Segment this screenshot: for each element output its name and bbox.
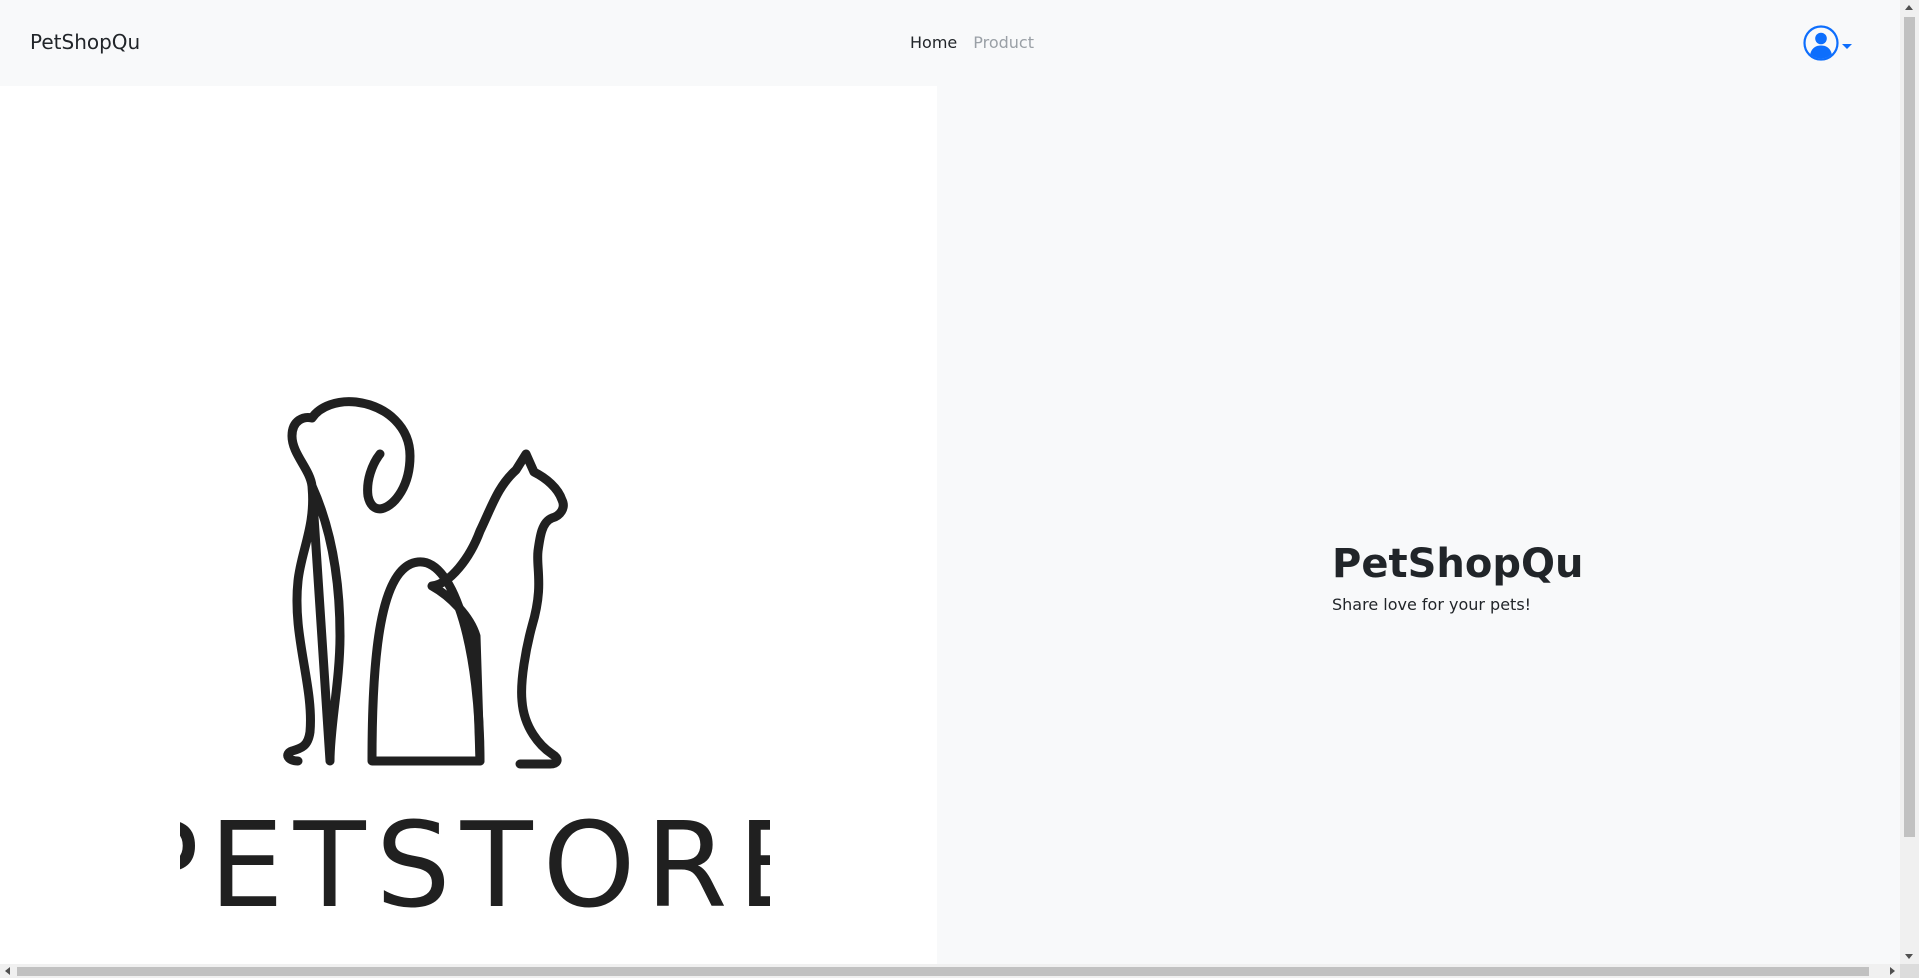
nav-link-product[interactable]: Product	[973, 33, 1034, 52]
vertical-scroll-thumb[interactable]	[1904, 17, 1915, 837]
hero-subtitle: Share love for your pets!	[1332, 595, 1532, 614]
nav-links: Home Product	[910, 33, 1034, 52]
horizontal-scrollbar[interactable]	[0, 964, 1900, 978]
horizontal-scroll-thumb[interactable]	[17, 967, 1869, 976]
scroll-up-arrow-icon[interactable]	[1905, 5, 1913, 10]
cat-outline-icon	[427, 449, 568, 769]
arch-outline-icon	[367, 557, 485, 766]
scroll-left-arrow-icon[interactable]	[5, 967, 10, 975]
petstore-logo: PETSTORE	[180, 397, 770, 926]
nav-link-home[interactable]: Home	[910, 33, 957, 52]
hero-text-panel: PetShopQu Share love for your pets!	[937, 86, 1900, 964]
user-menu-dropdown[interactable]	[1803, 25, 1857, 61]
scrollbar-corner	[1900, 964, 1919, 978]
scroll-down-arrow-icon[interactable]	[1905, 954, 1913, 959]
navbar: PetShopQu Home Product	[0, 0, 1900, 86]
hero-image-panel: PETSTORE	[0, 86, 937, 964]
hero-title: PetShopQu	[1332, 541, 1584, 587]
caret-down-icon	[1842, 43, 1852, 49]
hero-text: PetShopQu Share love for your pets!	[1332, 541, 1583, 614]
scroll-right-arrow-icon[interactable]	[1890, 967, 1895, 975]
logo-text: PETSTORE	[180, 796, 770, 926]
user-circle-icon	[1803, 25, 1839, 61]
vertical-scrollbar[interactable]	[1900, 0, 1919, 964]
brand-link[interactable]: PetShopQu	[30, 30, 140, 54]
